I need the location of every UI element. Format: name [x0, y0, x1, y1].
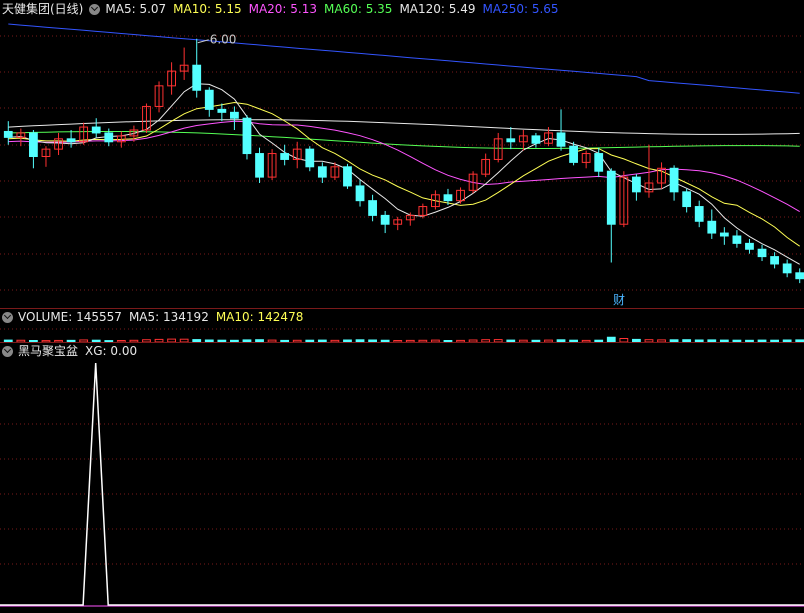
- candle-body: [343, 166, 352, 187]
- ma250-legend: MA250: 5.65: [482, 2, 559, 16]
- candle-body: [91, 126, 101, 134]
- dropdown-arrow-icon[interactable]: [2, 345, 13, 357]
- candle-body: [694, 206, 704, 222]
- ma10-line: [8, 101, 800, 247]
- candle-body: [3, 130, 13, 138]
- candle-body: [192, 64, 202, 91]
- candle-body: [280, 153, 290, 160]
- candle-body: [556, 132, 566, 147]
- candlestick-chart[interactable]: 6.00: [0, 0, 804, 307]
- ma60-legend: MA60: 5.35: [324, 2, 393, 16]
- candle-body: [443, 194, 453, 202]
- candle-body: [707, 220, 717, 234]
- ma5-legend: MA5: 5.07: [105, 2, 167, 16]
- ma250-line: [8, 23, 800, 94]
- candle-body: [606, 170, 616, 225]
- ma10-legend: MA10: 5.15: [173, 2, 242, 16]
- candle-body: [719, 232, 729, 237]
- candle-body: [242, 117, 252, 155]
- ma5-line: [8, 83, 800, 265]
- candle-body: [795, 272, 804, 280]
- volume-value: VOLUME: 145557: [18, 310, 122, 324]
- indicator-panel[interactable]: 黑马聚宝盆 XG: 0.00: [0, 342, 804, 613]
- candle-body: [569, 145, 578, 163]
- dropdown-arrow-icon[interactable]: [2, 311, 13, 323]
- price-chart-panel[interactable]: 天健集团(日线) MA5: 5.07 MA10: 5.15 MA20: 5.13…: [0, 0, 804, 307]
- xg-signal-chart: [0, 362, 804, 607]
- xg-signal-line: [0, 362, 804, 606]
- candle-body: [782, 263, 792, 274]
- candle-body: [66, 138, 76, 143]
- ma20-legend: MA20: 5.13: [248, 2, 318, 16]
- candle-body: [355, 185, 365, 202]
- candle-body: [204, 89, 214, 110]
- stock-name: 天健集团(日线): [2, 2, 84, 16]
- candle-body: [632, 176, 641, 193]
- xg-value: XG: 0.00: [85, 344, 138, 358]
- price-legend: 天健集团(日线) MA5: 5.07 MA10: 5.15 MA20: 5.13…: [2, 1, 566, 17]
- candle-body: [757, 248, 767, 258]
- volume-ma10: MA10: 142478: [215, 310, 304, 324]
- candle-body: [594, 153, 604, 172]
- volume-ma5: MA5: 134192: [128, 310, 209, 324]
- ma120-legend: MA120: 5.49: [399, 2, 476, 16]
- candle-body: [506, 138, 516, 143]
- candle-body: [104, 132, 114, 143]
- indicator-legend: 黑马聚宝盆 XG: 0.00: [2, 343, 144, 359]
- ma120-line: [8, 119, 800, 135]
- candle-body: [305, 148, 315, 168]
- candle-body: [217, 108, 227, 113]
- volume-panel[interactable]: VOLUME: 145557 MA5: 134192 MA10: 142478: [0, 308, 804, 342]
- volume-legend: VOLUME: 145557 MA5: 134192 MA10: 142478: [2, 309, 310, 325]
- candle-body: [770, 256, 779, 265]
- candle-body: [531, 135, 541, 144]
- candle-body: [732, 235, 742, 244]
- candle-body: [230, 111, 239, 119]
- candle-body: [669, 167, 679, 193]
- candle-body: [29, 132, 38, 157]
- high-marker-label: 6.00: [210, 33, 237, 47]
- indicator-name: 黑马聚宝盆: [18, 344, 79, 358]
- candle-body: [745, 242, 754, 250]
- candle-body: [255, 153, 264, 178]
- candle-body: [368, 200, 377, 216]
- candle-body: [317, 166, 327, 178]
- dropdown-arrow-icon[interactable]: [89, 3, 101, 15]
- candle-body: [682, 191, 692, 208]
- financial-report-marker[interactable]: 财: [613, 291, 625, 307]
- candle-body: [380, 214, 390, 225]
